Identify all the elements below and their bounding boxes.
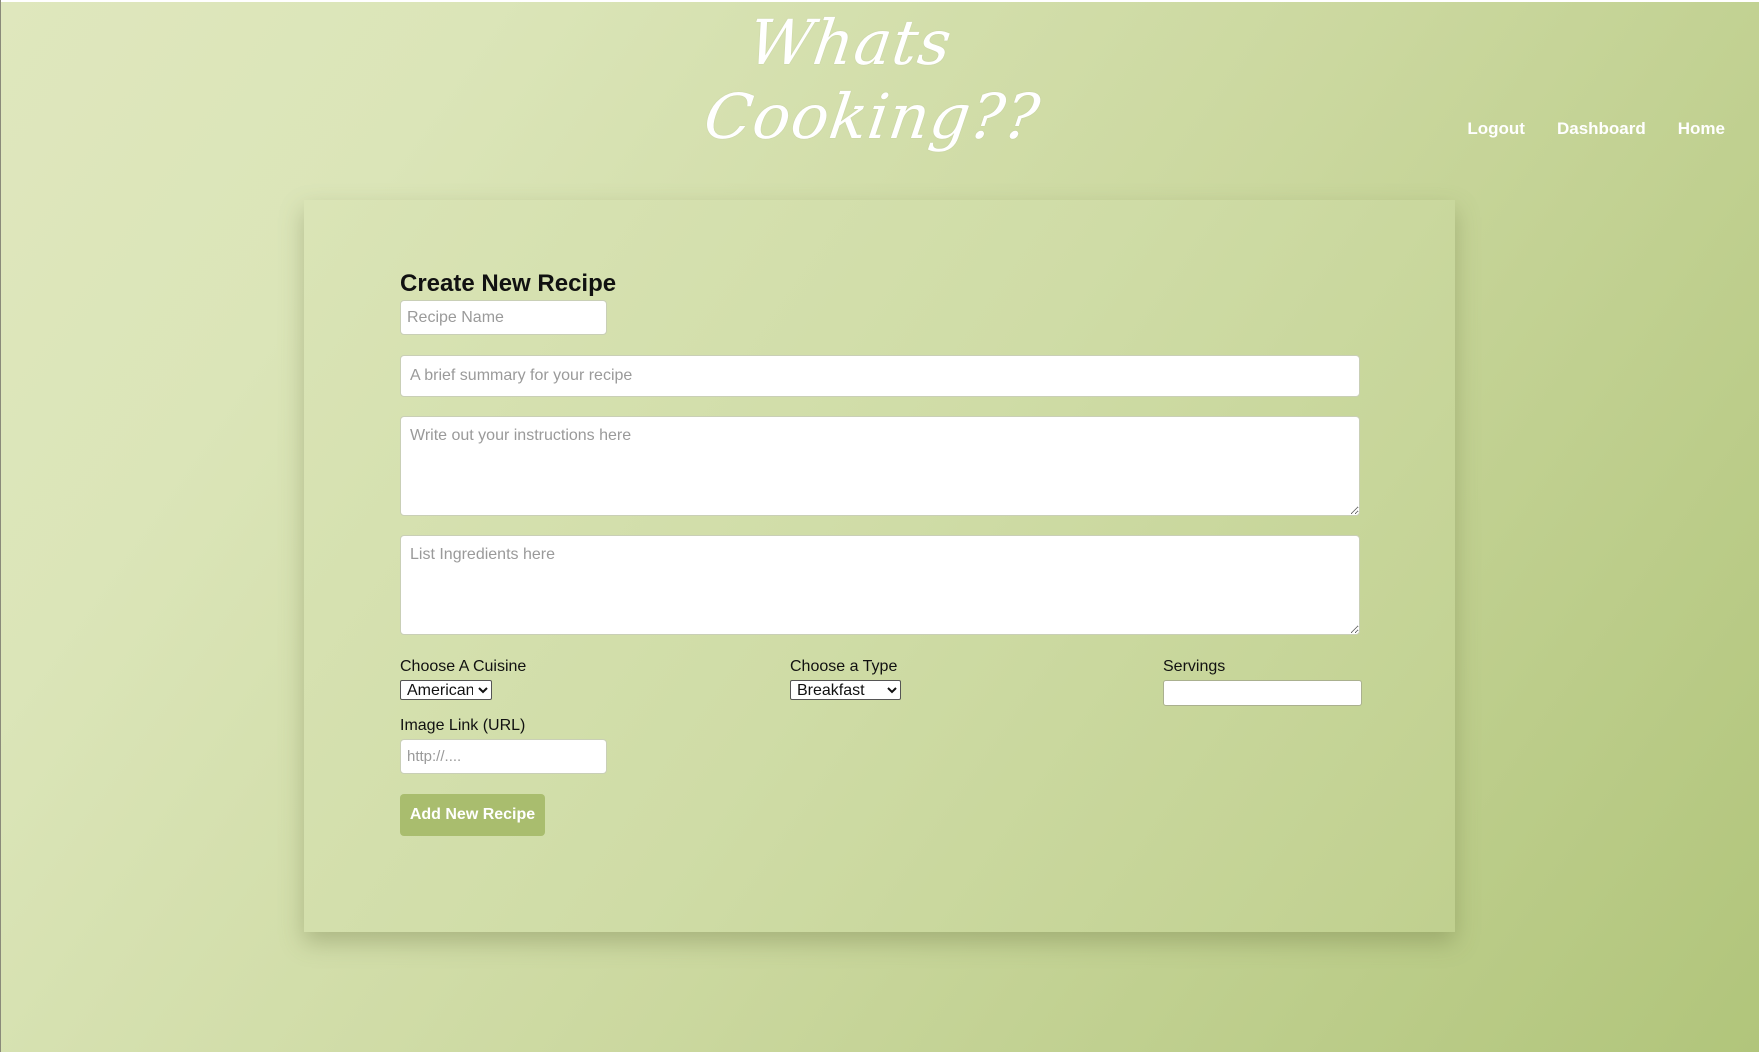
instructions-textarea[interactable] — [400, 416, 1360, 516]
servings-label: Servings — [1163, 658, 1226, 675]
left-border — [0, 0, 1, 1052]
cuisine-select[interactable]: American — [400, 680, 492, 700]
top-nav: Logout Dashboard Home — [1467, 119, 1725, 139]
site-logo: Whats Cooking?? — [699, 6, 1045, 156]
logo-line-2: Cooking?? — [699, 80, 1045, 153]
logout-link[interactable]: Logout — [1467, 119, 1525, 139]
type-label: Choose a Type — [790, 658, 898, 675]
type-select[interactable]: Breakfast — [790, 680, 901, 700]
cuisine-label: Choose A Cuisine — [400, 658, 527, 675]
ingredients-textarea[interactable] — [400, 535, 1360, 635]
top-border — [0, 0, 1759, 2]
dashboard-link[interactable]: Dashboard — [1557, 119, 1646, 139]
logo-line-1: Whats — [744, 6, 957, 79]
image-link-input[interactable] — [400, 739, 607, 774]
summary-input[interactable] — [400, 355, 1360, 397]
image-link-label: Image Link (URL) — [400, 717, 526, 734]
form-title: Create New Recipe — [400, 270, 617, 297]
add-new-recipe-button[interactable]: Add New Recipe — [400, 794, 545, 836]
servings-input[interactable] — [1163, 680, 1362, 706]
recipe-form-card: Create New Recipe Choose A Cuisine Ameri… — [304, 200, 1455, 932]
recipe-name-input[interactable] — [400, 300, 607, 335]
home-link[interactable]: Home — [1678, 119, 1725, 139]
